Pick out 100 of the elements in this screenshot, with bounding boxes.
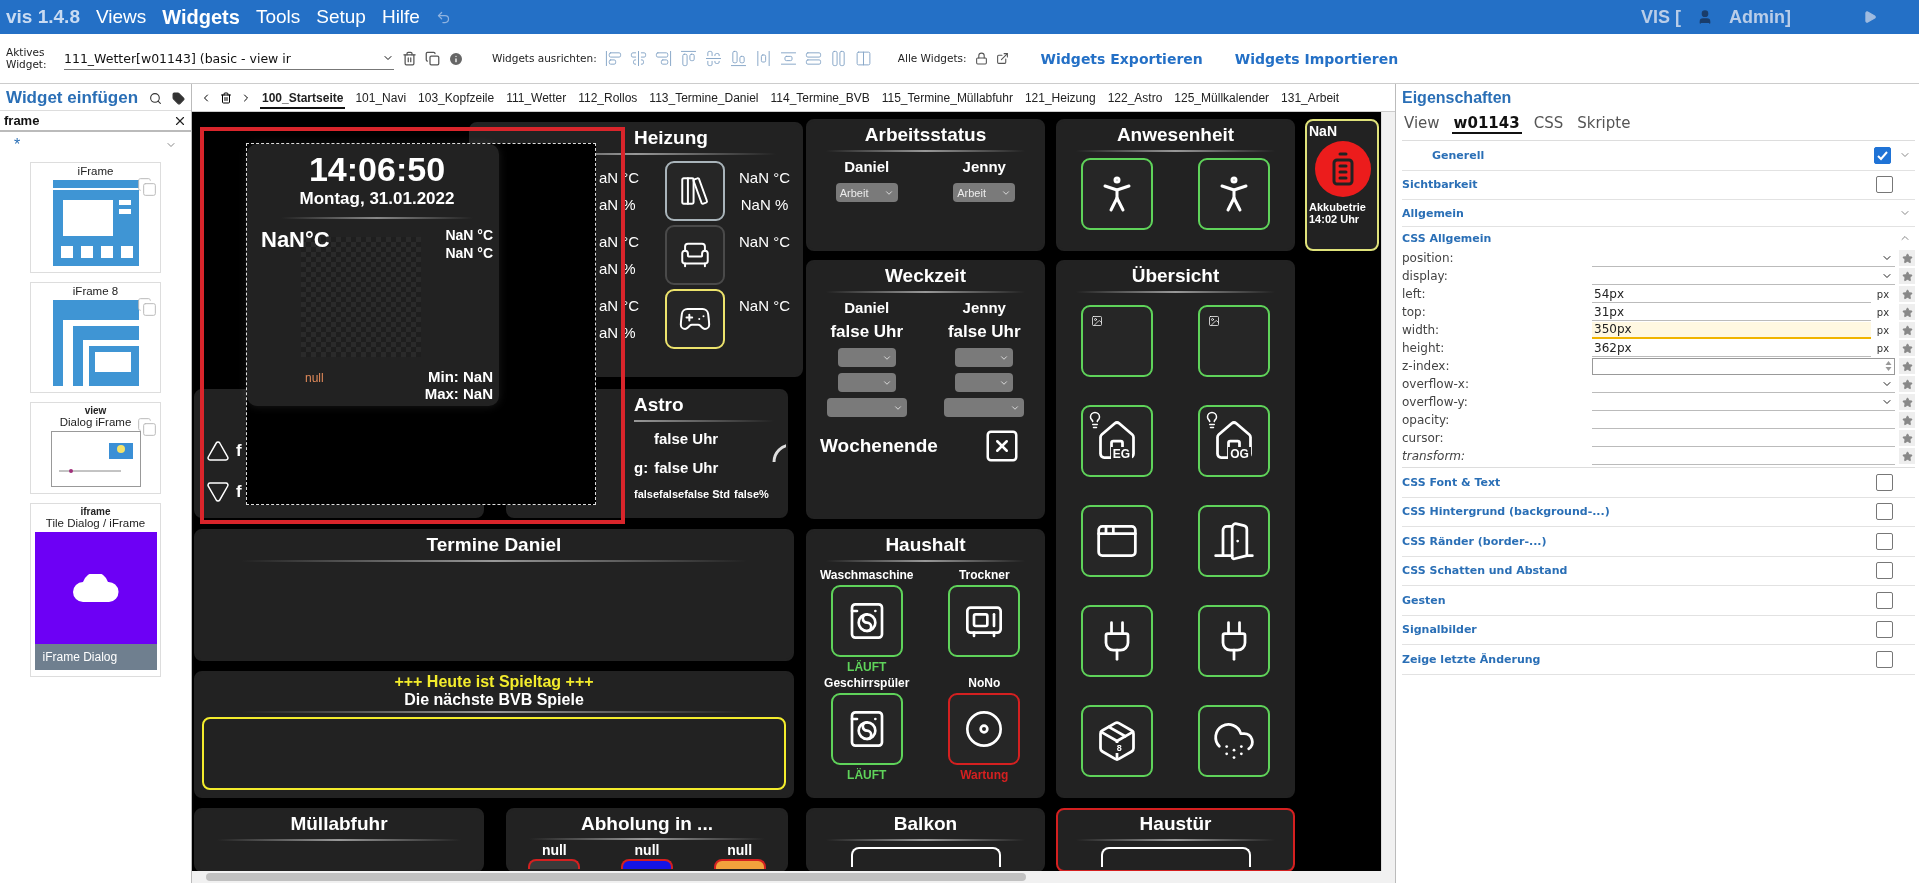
status-tile[interactable]	[1198, 505, 1271, 577]
search-icon[interactable]	[149, 91, 162, 105]
spin-arrows-icon[interactable]	[1885, 360, 1892, 372]
favorite-icon[interactable]	[1899, 286, 1915, 302]
group-header[interactable]: Gesten	[1402, 593, 1446, 607]
page-tab[interactable]: 121_Heizung	[1022, 86, 1098, 109]
status-tile[interactable]	[1198, 605, 1271, 677]
external-link-icon[interactable]	[995, 52, 1009, 65]
favorite-icon[interactable]	[1899, 250, 1915, 266]
status-tile[interactable]: OG	[1198, 405, 1271, 477]
page-tab[interactable]: 131_Arbeit	[1279, 86, 1342, 109]
page-tab[interactable]: 115_Termine_Müllabfuhr	[879, 86, 1015, 109]
align-icon[interactable]	[704, 50, 722, 67]
favorite-icon[interactable]	[1899, 358, 1915, 374]
favorite-icon[interactable]	[1899, 412, 1915, 428]
device-tile[interactable]	[830, 693, 903, 765]
property-input[interactable]: 362px	[1592, 339, 1871, 357]
page-tab[interactable]: 114_Termine_BVB	[768, 86, 872, 109]
device-tile[interactable]	[948, 693, 1021, 765]
group-checkbox[interactable]	[1876, 473, 1893, 491]
properties-tab[interactable]: Skripte	[1575, 114, 1633, 134]
menu-item[interactable]: Views	[95, 6, 147, 28]
group-header[interactable]: CSS Hintergrund (background-...)	[1402, 505, 1610, 519]
align-icon[interactable]	[829, 50, 847, 67]
property-input[interactable]: 54px	[1592, 285, 1871, 303]
tag-icon[interactable]	[172, 91, 185, 105]
align-icon[interactable]	[729, 50, 747, 67]
menu-item[interactable]: Hilfe	[381, 6, 420, 28]
page-tab[interactable]: 125_Müllkalender	[1172, 86, 1272, 109]
align-icon[interactable]	[629, 50, 647, 67]
align-icon[interactable]	[654, 50, 672, 67]
up-arrow-icon[interactable]	[206, 439, 230, 464]
group-checkbox[interactable]	[1876, 562, 1893, 580]
group-header[interactable]: CSS Font & Text	[1402, 475, 1501, 489]
status-tile[interactable]	[1080, 605, 1153, 677]
time-select[interactable]	[955, 373, 1014, 392]
group-header[interactable]: Signalbilder	[1402, 623, 1477, 637]
properties-tab[interactable]: View	[1402, 114, 1442, 134]
widget-card[interactable]: iFrame	[30, 162, 161, 273]
group-header[interactable]: Generell	[1432, 148, 1485, 162]
favorite-icon[interactable]	[1899, 304, 1915, 320]
person-tile[interactable]	[1080, 158, 1153, 230]
favorite-icon[interactable]	[1899, 376, 1915, 392]
down-arrow-icon[interactable]	[206, 479, 230, 504]
filter-field[interactable]: frame	[0, 111, 191, 132]
status-tile[interactable]	[1198, 705, 1271, 777]
status-tile[interactable]: 8	[1080, 705, 1153, 777]
menu-item[interactable]: Setup	[316, 6, 366, 28]
favorite-icon[interactable]	[1899, 268, 1915, 284]
properties-tab[interactable]: w01143	[1451, 114, 1522, 134]
room-tile[interactable]	[665, 225, 725, 285]
time-select[interactable]	[837, 373, 896, 392]
status-tile[interactable]	[1198, 305, 1271, 377]
room-tile[interactable]	[665, 161, 725, 221]
number-input[interactable]	[1592, 357, 1895, 375]
widget-set-select[interactable]: *	[14, 136, 21, 154]
favorite-icon[interactable]	[1899, 430, 1915, 446]
group-checkbox[interactable]	[1876, 650, 1893, 668]
group-header[interactable]: Zeige letzte Änderung	[1402, 652, 1541, 666]
group-header[interactable]: CSS Allgemein	[1402, 231, 1492, 245]
favorite-icon[interactable]	[1899, 340, 1915, 356]
page-tab[interactable]: 100_Startseite	[260, 86, 346, 109]
menu-item[interactable]: Widgets	[162, 5, 240, 29]
page-tab[interactable]: 113_Termine_Daniel	[647, 86, 761, 109]
status-tile[interactable]	[1080, 305, 1153, 377]
properties-tab[interactable]: CSS	[1531, 114, 1566, 134]
page-tab[interactable]: 122_Astro	[1105, 86, 1165, 109]
info-icon[interactable]	[448, 50, 464, 67]
group-checkbox[interactable]	[1876, 176, 1893, 194]
time-select[interactable]	[837, 348, 896, 367]
status-select[interactable]: Arbeit	[835, 183, 898, 202]
group-checkbox[interactable]	[1876, 532, 1893, 550]
align-icon[interactable]	[679, 50, 697, 67]
align-icon[interactable]	[854, 50, 872, 67]
align-icon[interactable]	[779, 50, 797, 67]
lock-icon[interactable]	[974, 52, 988, 65]
toolbar-link[interactable]: Widgets Importieren	[1234, 50, 1399, 67]
align-icon[interactable]	[804, 50, 822, 67]
toolbar-link[interactable]: Widgets Exportieren	[1040, 50, 1203, 67]
group-header[interactable]: Allgemein	[1402, 206, 1464, 220]
status-select[interactable]: Arbeit	[953, 183, 1016, 202]
delete-icon[interactable]	[402, 51, 417, 66]
play-icon[interactable]	[1863, 10, 1877, 24]
group-header[interactable]: CSS Ränder (border-...)	[1402, 534, 1547, 548]
group-checkbox[interactable]	[1876, 621, 1893, 639]
group-header[interactable]: Sichtbarkeit	[1402, 178, 1478, 192]
align-icon[interactable]	[604, 50, 622, 67]
widget-card[interactable]: iFrame 8	[30, 282, 161, 393]
device-tile[interactable]	[830, 585, 903, 657]
page-tab[interactable]: 112_Rollos	[576, 86, 640, 109]
status-tile[interactable]: EG	[1080, 405, 1153, 477]
group-header[interactable]: CSS Schatten und Abstand	[1402, 564, 1568, 578]
delete-icon[interactable]	[220, 91, 232, 104]
page-tab[interactable]: 101_Navi	[353, 86, 409, 109]
time-select[interactable]	[955, 348, 1014, 367]
group-checkbox[interactable]	[1876, 503, 1893, 521]
page-tab[interactable]: 103_Kopfzeile	[416, 86, 497, 109]
align-icon[interactable]	[754, 50, 772, 67]
group-checkbox[interactable]	[1874, 146, 1891, 164]
property-input[interactable]: 31px	[1592, 303, 1871, 321]
